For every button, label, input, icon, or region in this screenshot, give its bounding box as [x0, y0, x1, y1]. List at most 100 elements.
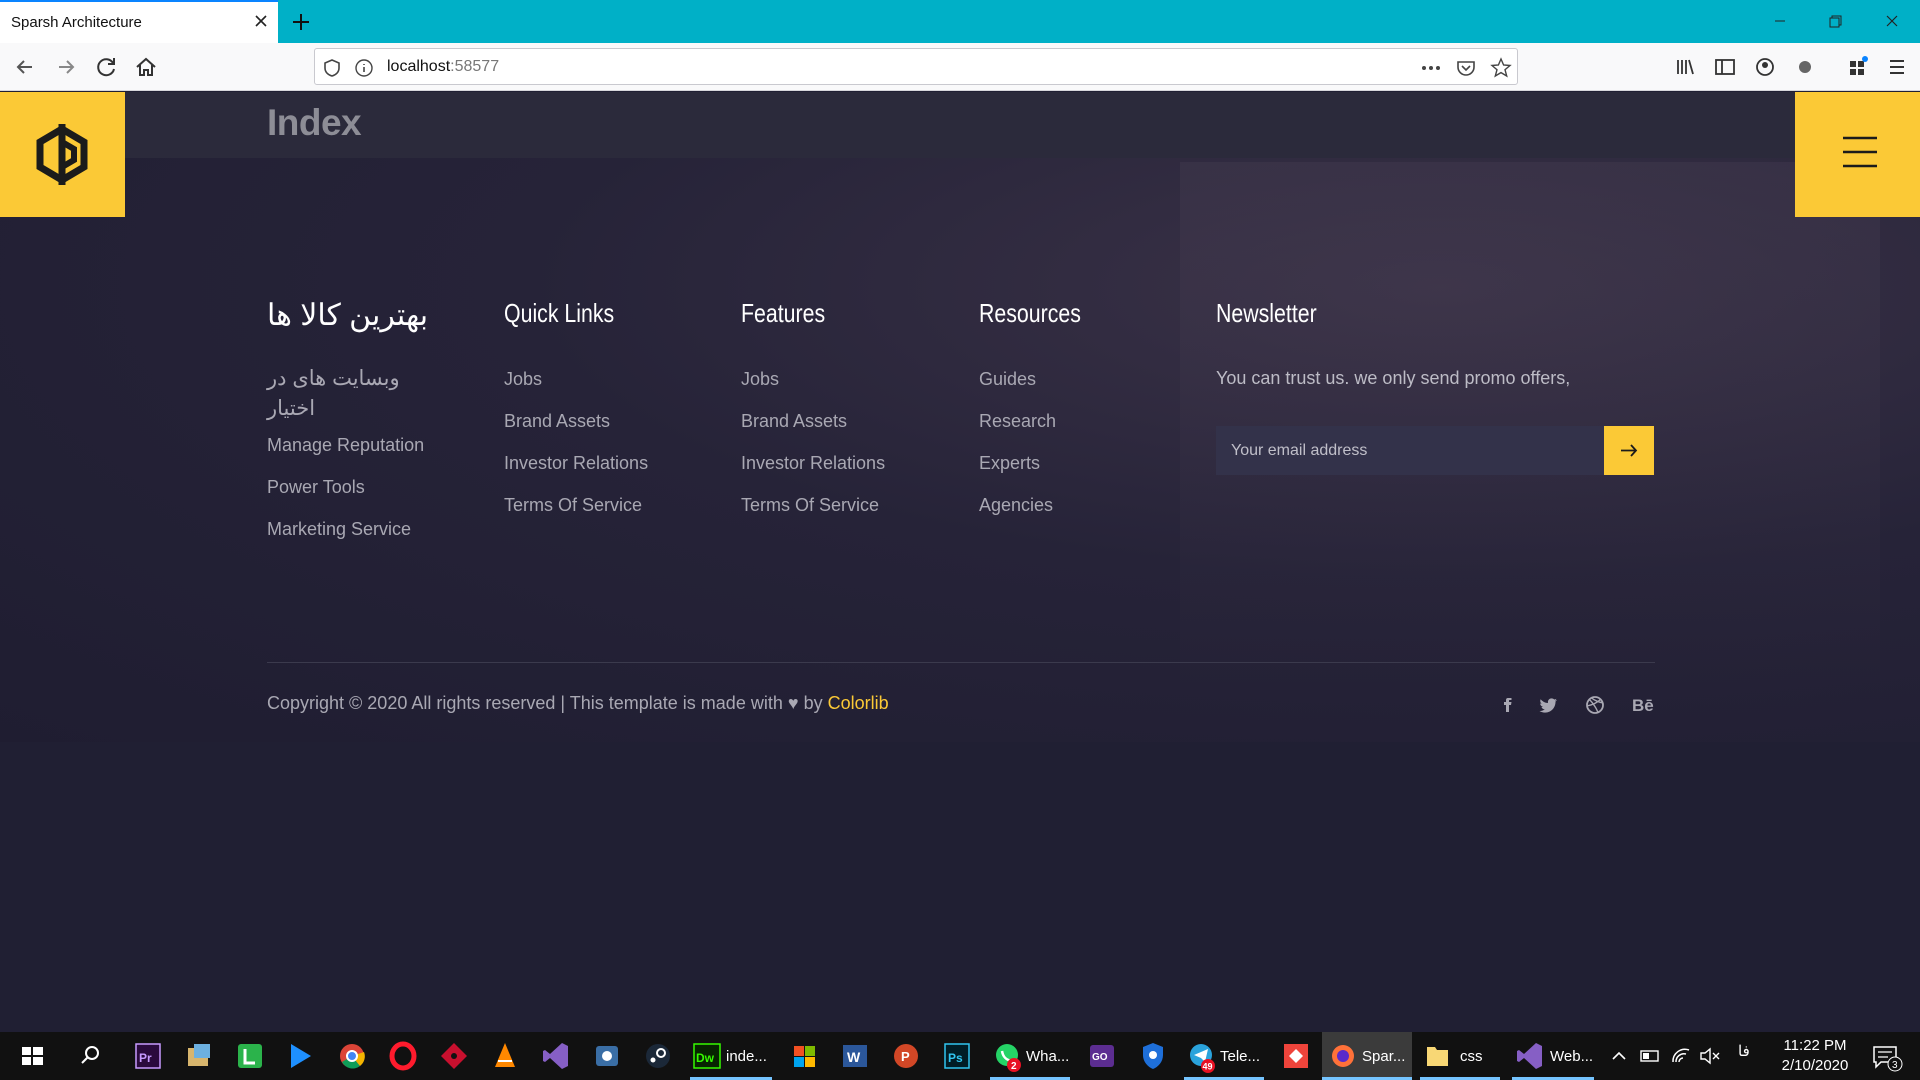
url-bar[interactable]: localhost:58577	[314, 48, 1518, 85]
wifi-icon[interactable]	[1667, 1038, 1695, 1074]
close-tab-icon[interactable]	[250, 10, 272, 32]
notification-center-icon[interactable]: 3	[1866, 1038, 1906, 1074]
url-text: localhost:58577	[387, 58, 500, 75]
whatsapp-badge: 2	[1011, 1061, 1017, 1072]
system-clock[interactable]: 11:22 PM 2/10/2020	[1775, 1036, 1855, 1076]
taskbar-visual-studio[interactable]: Web...	[1512, 1038, 1594, 1074]
restore-icon[interactable]	[1815, 8, 1855, 34]
resources-link-experts[interactable]: Experts	[979, 452, 1103, 494]
svg-text:Dw: Dw	[696, 1051, 715, 1065]
sidebar-icon[interactable]	[1710, 52, 1740, 82]
resources-link-agencies[interactable]: Agencies	[979, 494, 1103, 536]
resources-link-guides[interactable]: Guides	[979, 368, 1103, 410]
svg-text:P: P	[901, 1049, 910, 1064]
steam-icon[interactable]	[640, 1038, 676, 1074]
features-link-jobs[interactable]: Jobs	[741, 368, 885, 410]
volume-muted-icon[interactable]	[1696, 1038, 1724, 1074]
menu-toggle-button[interactable]	[1795, 92, 1920, 217]
battery-icon[interactable]	[1636, 1038, 1664, 1074]
show-hidden-icons-icon[interactable]	[1605, 1038, 1633, 1074]
svg-text:Pr: Pr	[139, 1051, 152, 1065]
reload-icon[interactable]	[92, 52, 122, 82]
features-link-terms[interactable]: Terms Of Service	[741, 494, 885, 536]
pocket-icon[interactable]	[1455, 57, 1477, 79]
windows-start-icon[interactable]	[14, 1038, 50, 1074]
anydesk-icon[interactable]	[1278, 1038, 1314, 1074]
site-content: Index بهترین کالا ها وبسایت های در اختیا…	[0, 92, 1920, 742]
media-player-icon[interactable]	[282, 1038, 318, 1074]
site-logo[interactable]	[0, 92, 125, 217]
brand-title: بهترین کالا ها	[267, 299, 429, 332]
behance-icon[interactable]: Bē	[1630, 693, 1660, 717]
gog-galaxy-icon[interactable]: GO	[1084, 1038, 1120, 1074]
security-shield-icon[interactable]	[1135, 1038, 1171, 1074]
dribbble-icon[interactable]	[1582, 693, 1608, 717]
chrome-icon[interactable]	[334, 1038, 370, 1074]
footer-quick-links-column: Quick Links Jobs Brand Assets Investor R…	[504, 298, 648, 536]
camtasia-icon[interactable]	[232, 1038, 268, 1074]
quick-link-brand-assets[interactable]: Brand Assets	[504, 410, 648, 452]
bookmark-star-icon[interactable]	[1490, 57, 1512, 79]
site-info-icon[interactable]	[353, 57, 375, 79]
account-icon[interactable]	[1750, 52, 1780, 82]
photoshop-icon[interactable]: Ps	[939, 1038, 975, 1074]
brand-description: وبسایت های در اختیار	[267, 367, 400, 420]
svg-text:W: W	[847, 1049, 861, 1065]
extensions-puzzle-icon[interactable]	[1842, 52, 1872, 82]
taskbar-dreamweaver[interactable]: Dw inde...	[690, 1038, 772, 1074]
features-title: Features	[741, 298, 826, 328]
camera-app-icon[interactable]	[589, 1038, 625, 1074]
home-icon[interactable]	[131, 52, 161, 82]
footer-link-marketing-service[interactable]: Marketing Service	[267, 518, 428, 560]
office-tiles-icon[interactable]	[786, 1038, 822, 1074]
quick-link-investor-relations[interactable]: Investor Relations	[504, 452, 648, 494]
vlc-icon[interactable]	[487, 1038, 523, 1074]
back-icon[interactable]	[10, 52, 40, 82]
powerpoint-icon[interactable]: P	[888, 1038, 924, 1074]
subscribe-button[interactable]	[1604, 426, 1654, 475]
footer-divider	[267, 662, 1655, 663]
input-language[interactable]: فا	[1738, 1042, 1750, 1060]
red-app-icon[interactable]	[436, 1038, 472, 1074]
footer-link-manage-reputation[interactable]: Manage Reputation	[267, 434, 428, 476]
resources-link-research[interactable]: Research	[979, 410, 1103, 452]
shield-icon[interactable]	[321, 57, 343, 79]
browser-tab[interactable]: Sparsh Architecture	[0, 0, 278, 43]
telegram-icon: 49	[1190, 1044, 1215, 1073]
facebook-icon[interactable]	[1495, 693, 1521, 717]
quick-links-title: Quick Links	[504, 298, 615, 328]
search-icon[interactable]	[72, 1038, 108, 1074]
background-image	[1180, 162, 1880, 682]
minimize-icon[interactable]	[1760, 8, 1800, 34]
word-icon[interactable]: W	[837, 1038, 873, 1074]
library-icon[interactable]	[1670, 52, 1700, 82]
new-tab-icon[interactable]	[288, 9, 314, 35]
hamburger-icon	[1843, 136, 1877, 168]
taskbar-telegram[interactable]: 49 Tele...	[1184, 1038, 1264, 1074]
hamburger-menu-icon[interactable]	[1882, 52, 1912, 82]
browser-nav-bar: localhost:58577	[0, 43, 1920, 91]
features-link-investor-relations[interactable]: Investor Relations	[741, 452, 885, 494]
tools-app-icon[interactable]	[181, 1038, 217, 1074]
opera-icon[interactable]	[385, 1038, 421, 1074]
email-input[interactable]	[1216, 426, 1604, 475]
visual-studio-icon[interactable]	[538, 1038, 574, 1074]
header-strip	[125, 92, 1795, 158]
close-window-icon[interactable]	[1872, 8, 1912, 34]
taskbar-firefox[interactable]: Spar...	[1326, 1038, 1410, 1074]
footer-link-power-tools[interactable]: Power Tools	[267, 476, 428, 518]
quick-link-jobs[interactable]: Jobs	[504, 368, 648, 410]
features-link-brand-assets[interactable]: Brand Assets	[741, 410, 885, 452]
twitter-icon[interactable]	[1536, 693, 1562, 717]
whatsapp-icon: 2	[996, 1044, 1021, 1072]
colorlib-link[interactable]: Colorlib	[828, 693, 889, 713]
brand-links: Manage Reputation Power Tools Marketing …	[267, 434, 428, 560]
features-list: Jobs Brand Assets Investor Relations Ter…	[741, 368, 885, 536]
quick-link-terms[interactable]: Terms Of Service	[504, 494, 648, 536]
taskbar-file-explorer[interactable]: css	[1420, 1038, 1500, 1074]
taskbar-whatsapp[interactable]: 2 Wha...	[990, 1038, 1070, 1074]
extension-icon[interactable]	[1790, 52, 1820, 82]
more-actions-icon[interactable]	[1420, 57, 1442, 79]
forward-icon[interactable]	[51, 52, 81, 82]
premiere-pro-icon[interactable]: Pr	[130, 1038, 166, 1074]
